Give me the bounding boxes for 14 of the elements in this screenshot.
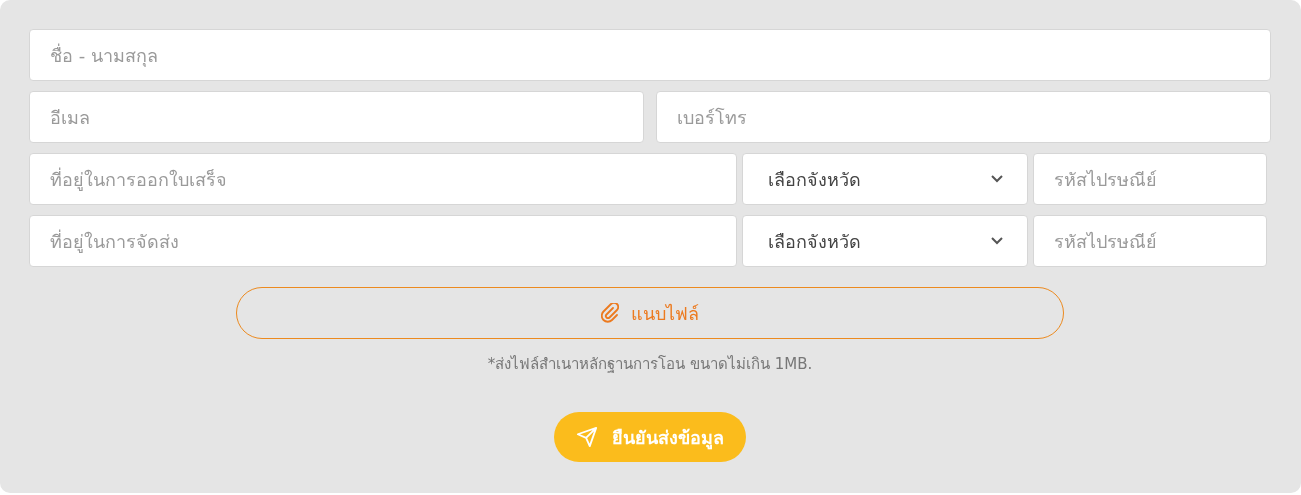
input-field[interactable]: ที่อยู่ในการออกใบเสร็จ <box>29 153 737 205</box>
paperclip-icon <box>601 303 619 323</box>
file-note: *ส่งไฟล์สำเนาหลักฐานการโอน ขนาดไม่เกิน 1MB. <box>487 354 813 375</box>
input-field[interactable]: ที่อยู่ในการจัดส่ง <box>29 215 737 267</box>
postcode-field[interactable]: รหัสไปรษณีย์ <box>1033 215 1267 267</box>
input-field[interactable]: ชื่อ - นามสกุล <box>29 29 1271 81</box>
input-field[interactable]: เบอร์โทร <box>656 91 1271 143</box>
chevron-down-icon <box>991 237 1003 245</box>
chevron-down-icon <box>991 175 1003 183</box>
send-icon <box>576 426 598 448</box>
input-field[interactable]: อีเมล <box>29 91 644 143</box>
province-dropdown[interactable]: เลือกจังหวัด <box>742 215 1028 267</box>
province-dropdown[interactable]: เลือกจังหวัด <box>742 153 1028 205</box>
postcode-field[interactable]: รหัสไปรษณีย์ <box>1033 153 1267 205</box>
